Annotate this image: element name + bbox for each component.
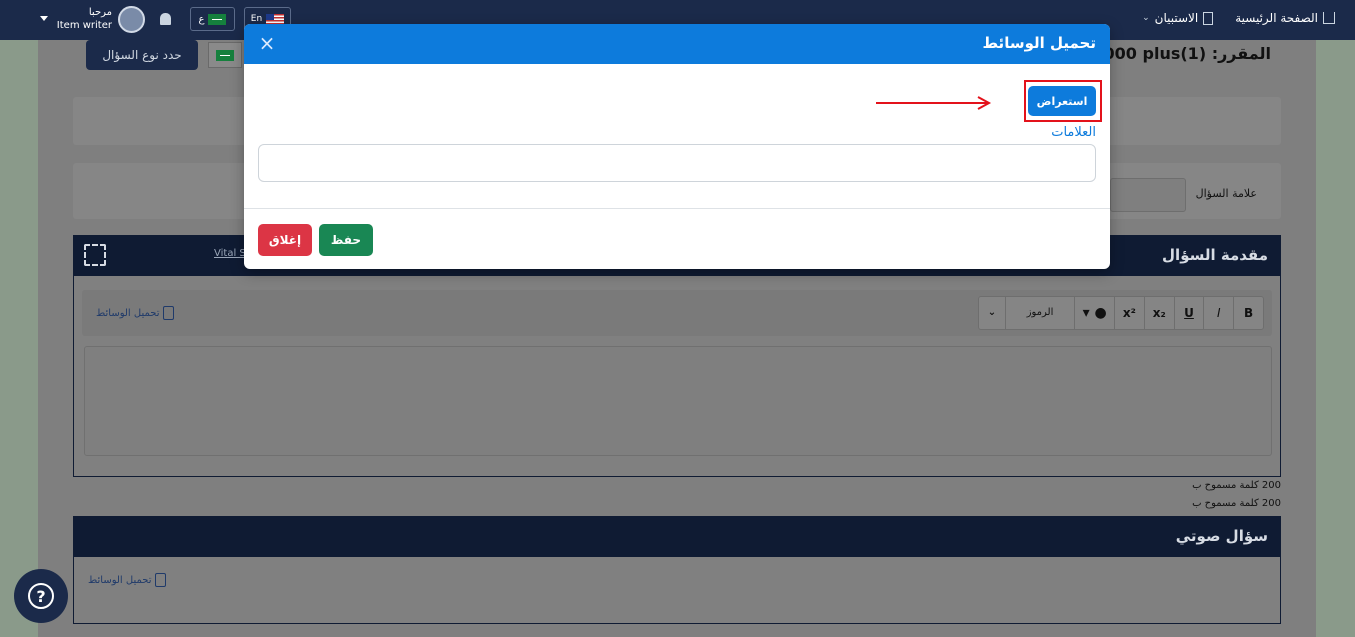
caret-down-icon[interactable] <box>40 16 48 21</box>
sa-flag-icon <box>216 49 234 61</box>
word-limit-note: 200 كلمة مسموح ب <box>1192 498 1281 509</box>
tags-input[interactable] <box>258 144 1096 182</box>
question-mark-icon: ? <box>28 583 54 609</box>
survey-icon <box>1203 11 1214 25</box>
nav-surveys-label: الاستبيان <box>1154 11 1199 25</box>
format-button-group: B I U x₂ x² ● ▾ الرموز ⌄ <box>978 296 1264 330</box>
language-ar-button[interactable]: ع <box>190 7 235 31</box>
file-upload-icon <box>163 306 175 320</box>
pointer-arrow-icon <box>876 96 992 110</box>
nav-home-label: الصفحة الرئيسية <box>1235 11 1318 25</box>
section-title: سؤال صوتي <box>74 517 1280 557</box>
question-mark-label: علامة السؤال <box>1195 187 1257 200</box>
user-role: Item writer <box>56 20 112 31</box>
italic-button[interactable]: I <box>1203 296 1233 330</box>
word-limit-note: 200 كلمة مسموح ب <box>1192 480 1281 491</box>
chevron-down-icon[interactable]: ⌄ <box>979 296 1005 330</box>
rich-text-editor[interactable] <box>84 346 1272 456</box>
subscript-button[interactable]: x₂ <box>1143 296 1174 330</box>
avatar[interactable] <box>118 6 145 33</box>
upload-media-link[interactable]: تحميل الوسائط <box>96 306 175 320</box>
question-intro-section: مقدمة السؤال Vital Sign corona B I U x₂ … <box>73 235 1281 477</box>
file-upload-icon <box>155 573 167 587</box>
tags-label: العلامات <box>1051 125 1096 140</box>
audio-question-section: سؤال صوتي تحميل الوسائط <box>73 516 1281 624</box>
browse-button[interactable]: استعراض <box>1028 86 1096 116</box>
user-menu[interactable]: مرحبا Item writer <box>56 6 112 32</box>
bold-button[interactable]: B <box>1233 296 1263 330</box>
bell-icon[interactable] <box>160 13 171 25</box>
nav-surveys[interactable]: الاستبيان ⌄ <box>1142 11 1214 25</box>
color-dot-icon: ● <box>1094 305 1107 321</box>
superscript-button[interactable]: x² <box>1114 296 1144 330</box>
language-flag-toggle[interactable] <box>208 42 242 68</box>
home-icon <box>1323 12 1335 24</box>
text-color-button[interactable]: ● ▾ <box>1074 296 1114 330</box>
upload-media-modal: تحميل الوسائط × استعراض العلامات حفظ إغل… <box>244 24 1110 269</box>
us-flag-icon <box>266 13 285 25</box>
sa-flag-icon <box>208 13 227 25</box>
fullscreen-icon[interactable] <box>84 244 106 266</box>
question-type-button[interactable]: حدد نوع السؤال <box>86 40 198 70</box>
help-button[interactable]: ? <box>14 569 68 623</box>
upload-media-label: تحميل الوسائط <box>88 574 152 586</box>
modal-footer: حفظ إغلاق <box>244 208 1110 269</box>
nav-home[interactable]: الصفحة الرئيسية <box>1235 11 1335 25</box>
symbols-dropdown[interactable]: الرموز <box>1004 296 1075 330</box>
chevron-down-icon: ⌄ <box>1142 13 1150 23</box>
close-icon[interactable]: × <box>256 32 278 54</box>
close-button[interactable]: إغلاق <box>258 224 312 256</box>
upload-media-link[interactable]: تحميل الوسائط <box>88 573 167 587</box>
question-mark-input[interactable] <box>1110 178 1186 212</box>
underline-button[interactable]: U <box>1173 296 1204 330</box>
modal-header: تحميل الوسائط × <box>244 24 1110 64</box>
lang-ar-label: ع <box>198 13 205 25</box>
upload-media-label: تحميل الوسائط <box>96 307 160 319</box>
greeting: مرحبا <box>88 7 112 18</box>
editor-toolbar: B I U x₂ x² ● ▾ الرموز ⌄ تحميل الوسائط <box>82 290 1272 336</box>
modal-title: تحميل الوسائط <box>982 34 1097 52</box>
lang-en-label: En <box>250 14 263 24</box>
save-button[interactable]: حفظ <box>319 224 373 256</box>
